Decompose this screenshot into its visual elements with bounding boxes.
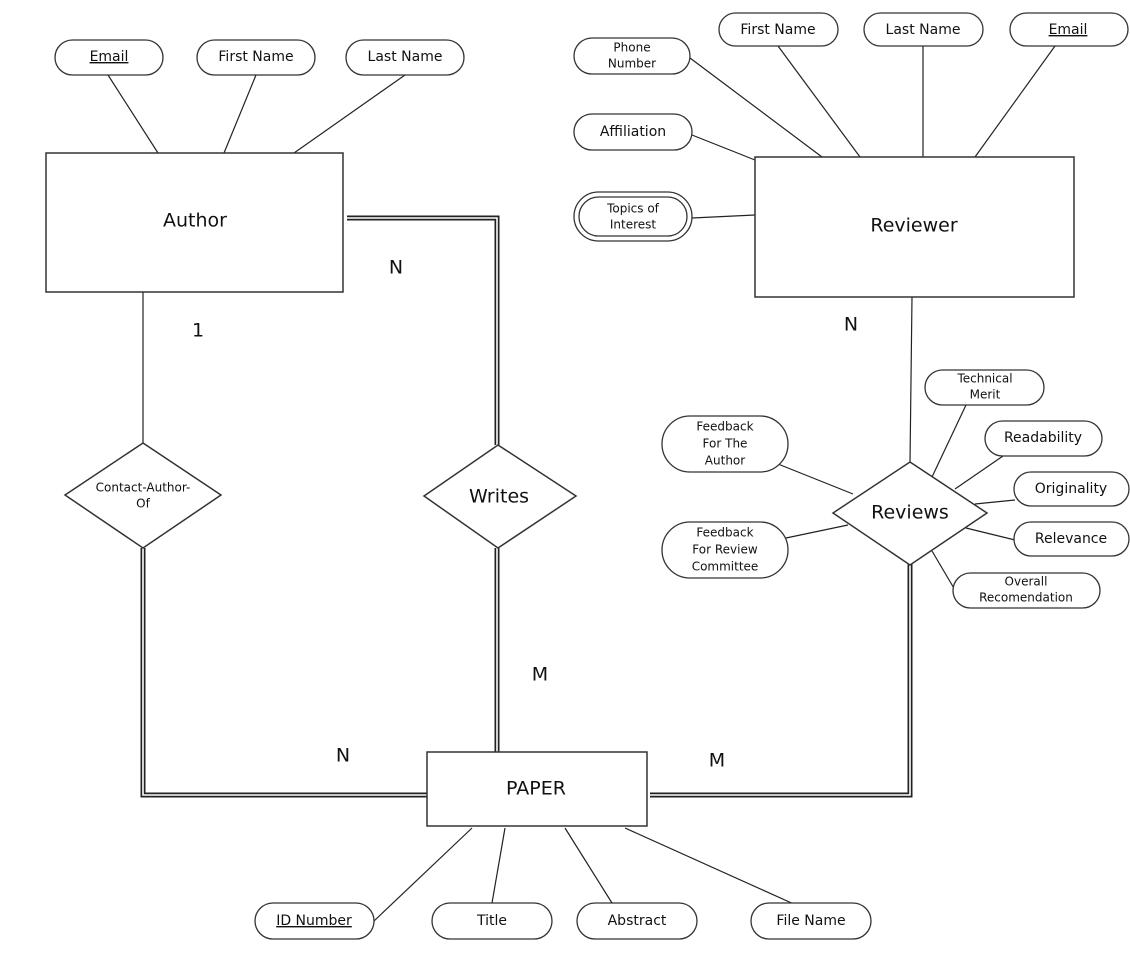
relationship-label: Reviews	[871, 502, 949, 524]
attribute-reviewer-phone-number[interactable]: Phone Number	[573, 37, 691, 75]
entity-reviewer[interactable]: Reviewer	[754, 156, 1075, 298]
relationship-contact-author-of[interactable]: Contact-Author- Of	[63, 442, 223, 549]
attribute-label: Affiliation	[600, 124, 666, 140]
attribute-label: ID Number	[276, 913, 352, 929]
attribute-readability[interactable]: Readability	[984, 420, 1103, 457]
relationship-writes[interactable]: Writes	[422, 444, 578, 549]
attribute-label: Abstract	[608, 913, 667, 929]
attribute-label: Email	[1049, 22, 1088, 38]
attribute-label: For Review	[692, 543, 758, 557]
attribute-author-email[interactable]: Email	[54, 39, 164, 76]
cardinality-writes-author: N	[389, 257, 403, 279]
attribute-label: Relevance	[1035, 531, 1107, 547]
attribute-relevance[interactable]: Relevance	[1013, 521, 1130, 557]
relationship-label: Of	[136, 497, 150, 511]
cardinality-contact-author: 1	[192, 320, 204, 342]
attribute-label: Committee	[692, 560, 759, 574]
cardinality-contact-paper: N	[336, 745, 350, 767]
attribute-paper-id-number[interactable]: ID Number	[254, 902, 375, 940]
attribute-feedback-for-author[interactable]: Feedback For The Author	[661, 415, 789, 473]
attribute-label: Last Name	[886, 22, 961, 38]
attribute-originality[interactable]: Originality	[1013, 471, 1130, 507]
attribute-label: File Name	[776, 913, 845, 929]
entity-label: Author	[163, 210, 227, 232]
attribute-label: Originality	[1035, 481, 1107, 497]
attribute-label: Email	[90, 49, 129, 65]
attribute-label: Overall	[1005, 575, 1048, 589]
cardinality-reviews-reviewer: N	[844, 314, 858, 336]
entity-paper[interactable]: PAPER	[426, 751, 648, 827]
attribute-label: Interest	[610, 218, 657, 232]
attribute-technical-merit[interactable]: Technical Merit	[924, 369, 1045, 406]
entity-author[interactable]: Author	[45, 152, 344, 293]
attribute-paper-file-name[interactable]: File Name	[750, 902, 872, 940]
attribute-label: First Name	[218, 49, 293, 65]
attribute-label: Last Name	[368, 49, 443, 65]
cardinality-writes-paper: M	[532, 664, 548, 686]
er-diagram: Author Reviewer PAPER Contact-Author- Of…	[45, 12, 1130, 940]
attribute-label: Feedback	[696, 420, 753, 434]
relationship-reviews[interactable]: Reviews	[831, 461, 989, 566]
attribute-reviewer-affiliation[interactable]: Affiliation	[573, 113, 693, 151]
attribute-feedback-for-review-committee[interactable]: Feedback For Review Committee	[661, 521, 789, 579]
attribute-label: Author	[705, 454, 745, 468]
attribute-label: Topics of	[606, 202, 660, 216]
cardinality-reviews-paper: M	[709, 750, 725, 772]
attribute-label: Feedback	[696, 526, 753, 540]
attribute-label: Merit	[970, 388, 1001, 402]
attribute-label: Recomendation	[979, 591, 1073, 605]
attribute-paper-abstract[interactable]: Abstract	[576, 902, 698, 940]
attribute-author-last-name[interactable]: Last Name	[345, 39, 465, 76]
attribute-label: Number	[608, 57, 656, 71]
attribute-label: Title	[476, 913, 507, 929]
attribute-label: Technical	[956, 372, 1012, 386]
relationship-label: Contact-Author-	[96, 481, 191, 495]
attribute-reviewer-email[interactable]: Email	[1009, 12, 1129, 47]
entity-label: Reviewer	[870, 215, 957, 237]
attribute-label: First Name	[740, 22, 815, 38]
attribute-label: Phone	[613, 41, 650, 55]
attribute-overall-recomendation[interactable]: Overall Recomendation	[952, 572, 1101, 609]
attribute-label: Readability	[1004, 430, 1082, 446]
attribute-reviewer-first-name[interactable]: First Name	[718, 12, 839, 47]
attribute-reviewer-last-name[interactable]: Last Name	[863, 12, 984, 47]
attribute-reviewer-topics-of-interest[interactable]: Topics of Interest	[573, 191, 693, 242]
attribute-label: For The	[703, 437, 748, 451]
relationship-label: Writes	[469, 486, 529, 508]
entity-label: PAPER	[506, 778, 566, 800]
attribute-paper-title[interactable]: Title	[431, 902, 553, 940]
attribute-author-first-name[interactable]: First Name	[196, 39, 316, 76]
